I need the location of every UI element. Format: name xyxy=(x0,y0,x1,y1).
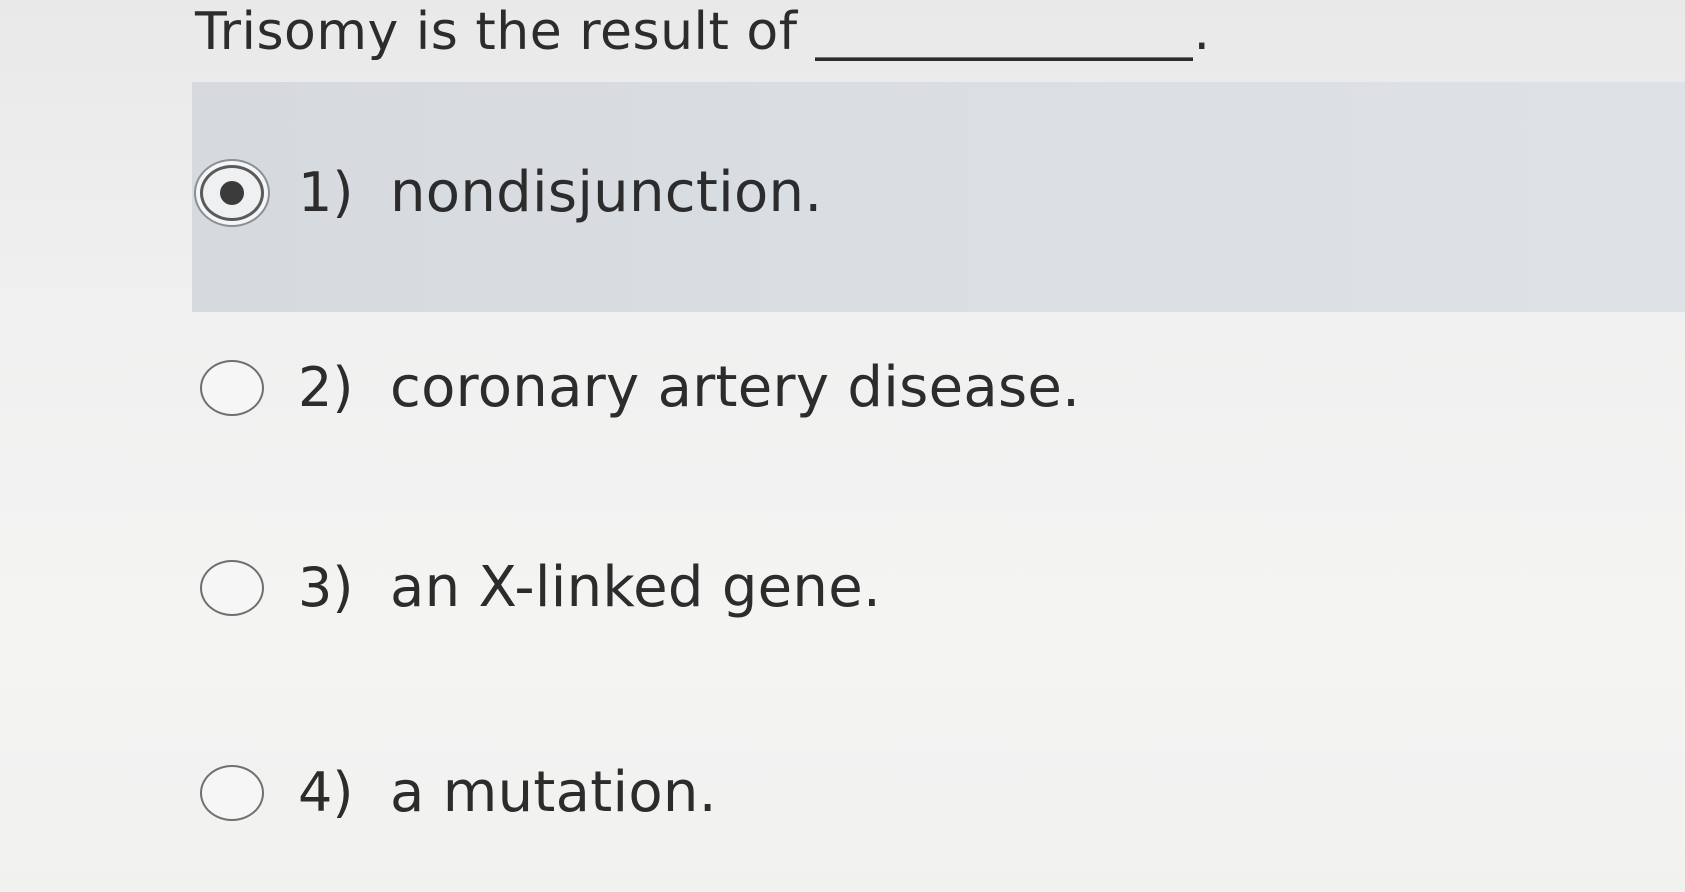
option-number: 2) xyxy=(298,356,354,419)
radio-dot xyxy=(220,180,244,205)
option-label: an X-linked gene. xyxy=(390,555,882,620)
answer-blank: ______________. xyxy=(815,2,1212,62)
radio-empty-icon[interactable] xyxy=(200,559,264,616)
option-number: 3) xyxy=(298,556,354,619)
question-text: Trisomy is the result of xyxy=(195,2,798,62)
option-number: 1) xyxy=(298,161,354,224)
radio-empty-icon[interactable] xyxy=(200,359,264,416)
option-number: 4) xyxy=(298,761,354,824)
answer-option-2[interactable]: 2) coronary artery disease. xyxy=(200,355,1080,420)
option-label: nondisjunction. xyxy=(390,160,823,225)
radio-empty-icon[interactable] xyxy=(200,764,264,821)
question-prompt: Trisomy is the result of ______________. xyxy=(195,0,1211,64)
answer-option-1[interactable]: 1) nondisjunction. xyxy=(200,160,822,225)
answer-option-3[interactable]: 3) an X-linked gene. xyxy=(200,555,881,620)
answer-option-4[interactable]: 4) a mutation. xyxy=(200,760,717,825)
radio-selected-icon[interactable] xyxy=(200,164,264,221)
option-label: coronary artery disease. xyxy=(390,355,1081,420)
option-label: a mutation. xyxy=(390,760,717,825)
